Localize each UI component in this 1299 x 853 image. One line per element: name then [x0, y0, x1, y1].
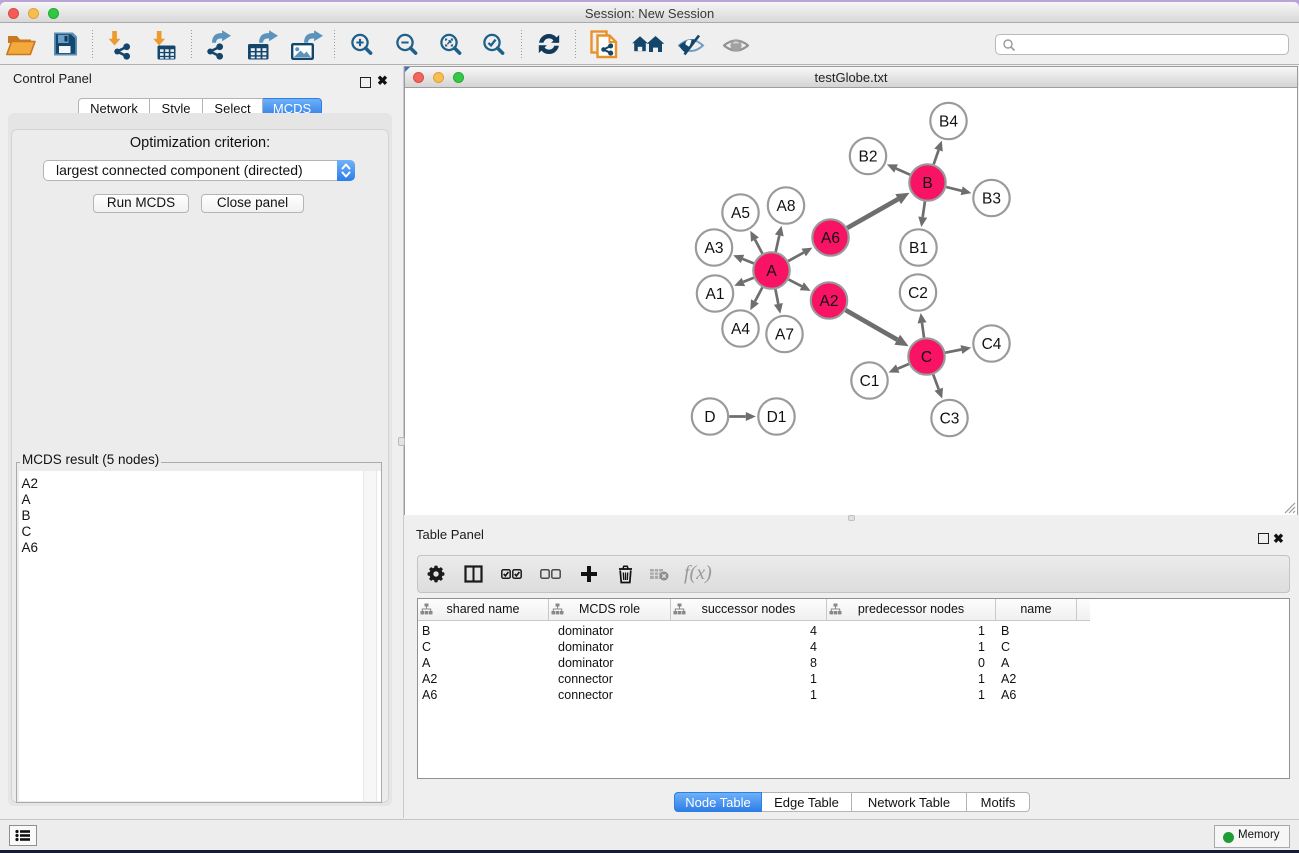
svg-text:A: A	[766, 263, 777, 280]
svg-text:A8: A8	[777, 198, 796, 215]
svg-text:B1: B1	[909, 240, 928, 257]
svg-text:A2: A2	[820, 293, 839, 310]
svg-text:C: C	[921, 349, 932, 366]
svg-text:D1: D1	[767, 409, 787, 426]
svg-text:A1: A1	[706, 286, 725, 303]
svg-text:C1: C1	[860, 373, 880, 390]
svg-text:C3: C3	[940, 410, 960, 427]
svg-text:A6: A6	[821, 230, 840, 247]
svg-text:A7: A7	[775, 326, 794, 343]
svg-text:C4: C4	[982, 336, 1002, 353]
svg-text:B2: B2	[859, 148, 878, 165]
svg-text:B4: B4	[939, 113, 958, 130]
svg-text:A5: A5	[731, 205, 750, 222]
svg-text:A3: A3	[705, 240, 724, 257]
svg-text:C2: C2	[908, 285, 928, 302]
svg-text:D: D	[704, 409, 715, 426]
svg-text:B3: B3	[982, 190, 1001, 207]
svg-text:A4: A4	[731, 321, 750, 338]
svg-text:B: B	[922, 175, 932, 192]
